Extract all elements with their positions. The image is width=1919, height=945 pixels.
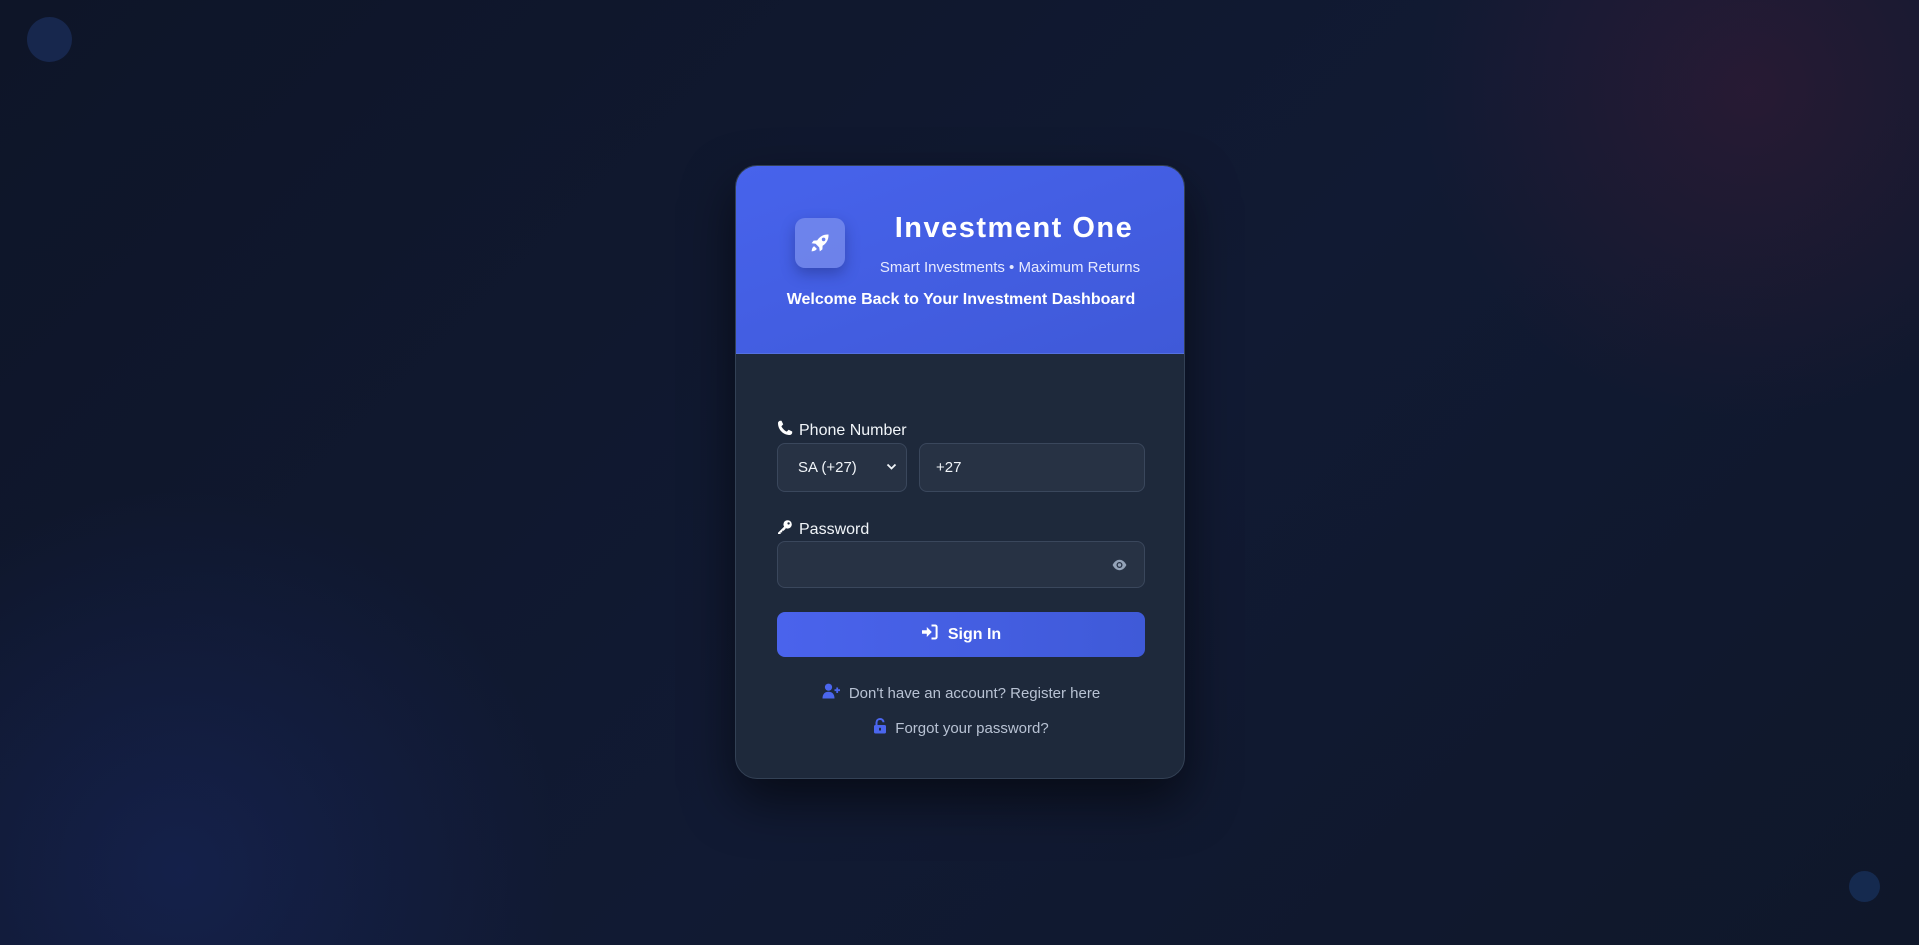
forgot-password-link[interactable]: Forgot your password? (736, 717, 1184, 738)
register-link[interactable]: Don't have an account? Register here (736, 683, 1184, 703)
register-link-text: Don't have an account? Register here (848, 684, 1101, 702)
phone-number-value: +27 (936, 459, 962, 476)
password-label: Password (777, 519, 869, 540)
chevron-down-icon (886, 459, 897, 476)
welcome-heading: Welcome Back to Your Investment Dashboar… (786, 291, 1136, 308)
sign-in-label: Sign In (947, 625, 1002, 643)
login-card: Investment One Smart Investments • Maxim… (735, 165, 1185, 779)
brand-tagline: Smart Investments • Maximum Returns (879, 259, 1141, 276)
lock-open-icon (873, 717, 887, 738)
country-code-select[interactable]: SA (+27) (777, 443, 907, 492)
decorative-orb (1849, 871, 1880, 902)
eye-icon[interactable] (1112, 558, 1127, 576)
decorative-orb (27, 17, 72, 62)
password-input[interactable] (777, 541, 1145, 588)
brand-title: Investment One (894, 212, 1134, 244)
phone-label-text: Phone Number (799, 421, 907, 439)
user-plus-icon (822, 683, 841, 703)
card-header: Investment One Smart Investments • Maxim… (736, 166, 1184, 354)
phone-number-input[interactable]: +27 (919, 443, 1145, 492)
forgot-password-text: Forgot your password? (895, 719, 1049, 737)
phone-label: Phone Number (777, 420, 907, 441)
key-icon (777, 519, 793, 540)
password-label-text: Password (799, 520, 870, 538)
phone-icon (777, 420, 793, 441)
sign-in-icon (921, 624, 938, 645)
rocket-icon (795, 218, 845, 268)
sign-in-button[interactable]: Sign In (777, 612, 1145, 657)
country-code-value: SA (+27) (798, 459, 857, 476)
